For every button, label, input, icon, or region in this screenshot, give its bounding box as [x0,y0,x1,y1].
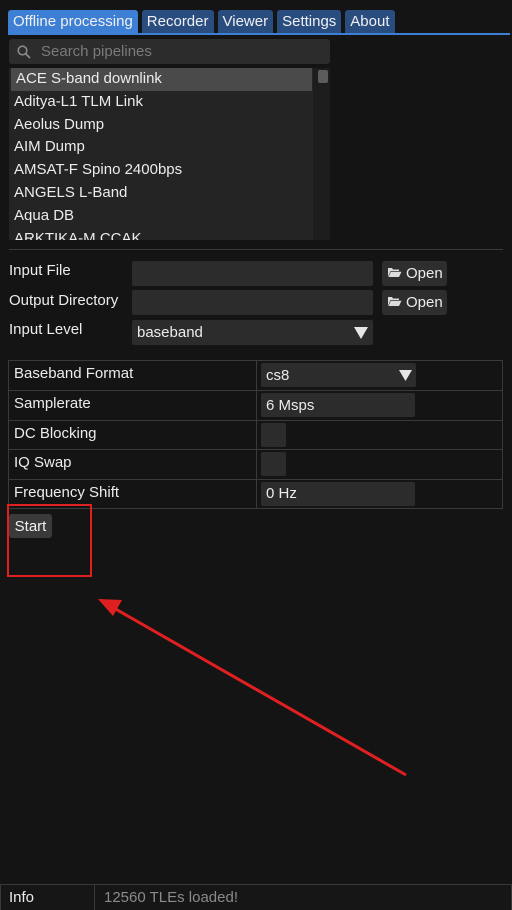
list-item[interactable]: ACE S-band downlink [11,68,312,91]
open-button-label: Open [406,294,443,311]
input-level-label: Input Level [9,321,83,338]
dc-blocking-checkbox[interactable] [261,422,286,447]
tab-underline [8,33,510,35]
dc-blocking-label: DC Blocking [14,424,97,442]
samplerate-value: 6 Msps [266,396,315,414]
chevron-down-icon[interactable] [349,320,373,345]
status-bar: Info 12560 TLEs loaded! [0,884,512,910]
app-window: Offline processing Recorder Viewer Setti… [0,0,512,910]
search-icon [13,39,35,64]
tab-offline-processing[interactable]: Offline processing [8,10,138,34]
output-directory-open-button[interactable]: Open [382,290,447,315]
table-row: Baseband Format cs8 [9,361,502,391]
samplerate-input[interactable]: 6 Msps [261,393,415,418]
list-item[interactable]: Aqua DB [9,205,311,228]
open-button-label: Open [406,265,443,282]
divider [9,249,503,250]
frequency-shift-value: 0 Hz [266,485,297,503]
input-level-value: baseband [137,324,203,341]
tab-settings[interactable]: Settings [277,10,342,34]
tab-recorder[interactable]: Recorder [141,10,214,34]
scrollbar-thumb[interactable] [318,70,328,83]
folder-open-icon [387,294,402,311]
iq-swap-label: IQ Swap [14,454,72,472]
baseband-format-value: cs8 [266,366,290,384]
search-input[interactable] [39,42,323,61]
input-file-field[interactable] [132,261,373,286]
baseband-format-label: Baseband Format [14,365,134,382]
frequency-shift-label: Frequency Shift [14,483,120,501]
tab-bar: Offline processing Recorder Viewer Setti… [8,10,395,34]
table-row: DC Blocking [9,419,502,450]
list-scrollbar[interactable] [313,68,330,240]
output-directory-label: Output Directory [9,292,119,309]
list-item[interactable]: Aeolus Dump [9,114,311,137]
samplerate-label: Samplerate [14,395,91,413]
iq-swap-checkbox[interactable] [261,452,286,477]
status-message: 12560 TLEs loaded! [104,889,238,906]
list-item[interactable]: AIM Dump [9,136,311,159]
folder-open-icon [387,265,402,282]
tab-viewer[interactable]: Viewer [217,10,274,34]
list-item[interactable]: ARKTIKA-M CCAK [9,228,311,240]
status-label: Info [9,889,35,906]
table-row: Samplerate 6 Msps [9,390,502,420]
parameters-table: Baseband Format cs8 Samplerate 6 Msps DC… [8,360,503,509]
table-row: IQ Swap [9,449,502,479]
output-directory-field[interactable] [132,290,373,315]
input-file-label: Input File [9,262,71,279]
input-level-select[interactable]: baseband [132,320,373,345]
frequency-shift-input[interactable]: 0 Hz [261,481,415,506]
annotation-highlight-box [7,504,92,577]
search-box[interactable] [9,39,330,64]
list-item[interactable]: AMSAT-F Spino 2400bps [9,159,311,182]
input-file-open-button[interactable]: Open [382,261,447,286]
list-item[interactable]: ANGELS L-Band [9,182,311,205]
list-item[interactable]: Aditya-L1 TLM Link [9,91,311,114]
pipeline-list[interactable]: ACE S-band downlink Aditya-L1 TLM Link A… [9,68,330,240]
chevron-down-icon[interactable] [394,363,416,387]
tab-about[interactable]: About [345,10,395,34]
baseband-format-select[interactable]: cs8 [261,363,416,387]
